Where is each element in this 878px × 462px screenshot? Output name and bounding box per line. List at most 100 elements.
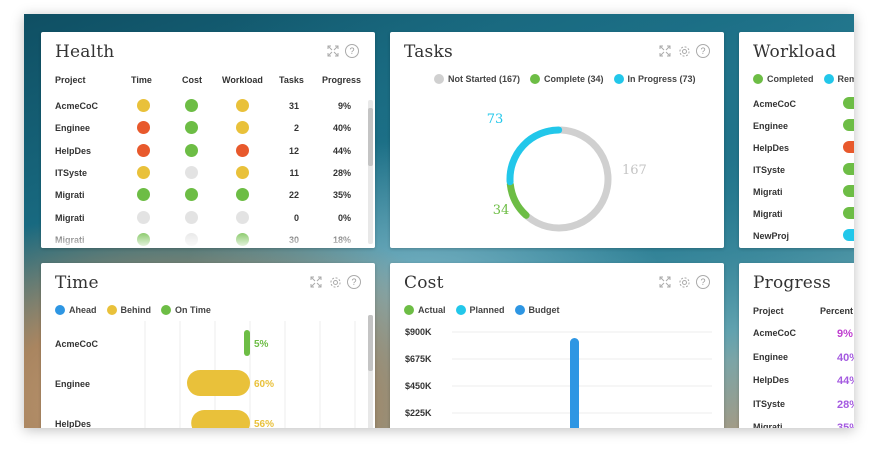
legend-label: Completed (767, 74, 814, 84)
cost-status-dot (185, 143, 198, 157)
project-name: Enginee (753, 351, 789, 362)
y-tick-label: $675K (405, 354, 432, 364)
workload-bar (843, 119, 854, 131)
progress-percent: 0% (337, 212, 351, 223)
cost-status-dot (185, 99, 198, 112)
project-name: Migrati (55, 190, 85, 201)
workload-status-dot (236, 143, 249, 157)
project-name: AcmeCoC (55, 101, 99, 111)
progress-percent: 40% (837, 351, 854, 364)
time-bar[interactable] (191, 410, 250, 428)
cost-status-dot (185, 188, 198, 202)
donut-label-not-started: 167 (622, 163, 647, 178)
cost-status-dot (185, 121, 198, 135)
health-tools: ? (326, 44, 359, 58)
time-status-dot (137, 121, 150, 135)
project-name: Enginee (55, 123, 91, 134)
time-status-dot (137, 99, 150, 112)
project-name: ITSyste (753, 165, 786, 175)
project-name: ITSyste (753, 398, 786, 409)
legend-dot (823, 74, 834, 84)
budget-bar[interactable] (570, 338, 579, 428)
workload-status-dot (236, 210, 249, 224)
health-header-time: Time (131, 75, 152, 85)
project-name: NewProj (753, 231, 790, 241)
project-name: HelpDes (753, 375, 790, 385)
project-name: Migrati (753, 209, 783, 219)
health-scrollbar-thumb[interactable] (368, 108, 373, 166)
bar-value-label: 5% (254, 339, 269, 350)
y-tick-label: $450K (405, 381, 432, 391)
workload-card: Workload Completed Rema AcmeCoC Enginee He… (739, 32, 854, 248)
help-icon[interactable]: ? (345, 44, 359, 58)
project-name: HelpDes (55, 145, 92, 156)
progress-header-percent: Percent (820, 306, 854, 316)
health-card: Health ? Project Time Cost Workload Task… (41, 32, 375, 248)
workload-bar (843, 141, 854, 153)
task-count: 22 (288, 190, 299, 201)
tasks-card: Tasks ? Not Started (167) Complete (34) … (390, 32, 724, 248)
bar-value-label: 56% (254, 419, 274, 428)
project-name: ITSyste (55, 167, 88, 178)
progress-percent: 28% (837, 398, 854, 411)
health-header-tasks: Tasks (279, 75, 304, 85)
y-tick-label: $900K (405, 327, 432, 337)
health-header-cost: Cost (182, 75, 202, 85)
task-count: 11 (289, 167, 299, 178)
time-card: Time ? Ahead Behind On Time AcmeCoC 5% Eng… (41, 263, 375, 428)
workload-bar (843, 163, 854, 175)
project-name: HelpDes (753, 143, 790, 153)
workload-bar (843, 207, 854, 219)
time-status-dot (137, 188, 150, 202)
legend-item-remaining[interactable]: Rema (823, 74, 854, 84)
task-count: 2 (293, 123, 299, 134)
progress-percent: 40% (332, 123, 351, 134)
legend-label: Rema (837, 74, 854, 84)
bar-value-label: 60% (254, 379, 274, 390)
workload-bar (843, 185, 854, 197)
tasks-donut-chart: 167 34 73 (487, 112, 647, 232)
category-label: Enginee (55, 379, 90, 389)
time-status-dot (137, 210, 150, 224)
y-tick-label: $225K (405, 408, 432, 418)
progress-header-project: Project (753, 306, 784, 316)
dashboard-background: Health ? Project Time Cost Workload Task… (24, 14, 854, 428)
workload-status-dot (236, 121, 249, 135)
time-bar[interactable] (187, 370, 250, 396)
progress-percent: 9% (837, 328, 853, 340)
time-bar[interactable] (244, 330, 250, 356)
progress-percent: 44% (332, 145, 351, 156)
time-scrollbar[interactable] (368, 315, 373, 428)
workload-bar (843, 97, 854, 109)
cost-status-dot (185, 165, 198, 179)
category-label: AcmeCoC (55, 339, 99, 349)
project-name: AcmeCoC (753, 328, 797, 338)
task-count: 12 (288, 145, 299, 156)
progress-percent: 35% (332, 190, 351, 201)
donut-slice-not-started[interactable] (524, 126, 612, 232)
workload-title: Workload (753, 42, 837, 62)
project-name: AcmeCoC (753, 99, 797, 109)
donut-slice-complete[interactable] (506, 180, 530, 219)
time-bar-chart: AcmeCoC 5% Enginee 60% HelpDes 56% (55, 321, 356, 428)
health-title: Health (55, 42, 115, 62)
health-header-workload: Workload (222, 75, 263, 85)
project-name: Migrati (753, 422, 783, 428)
workload-status-dot (236, 99, 249, 112)
health-scrollbar[interactable] (368, 100, 373, 244)
legend-dot (753, 74, 763, 84)
progress-title: Progress (753, 273, 831, 293)
progress-percent: 28% (332, 167, 351, 178)
workload-bar (843, 229, 854, 241)
task-count: 0 (293, 212, 299, 223)
donut-label-complete: 34 (493, 203, 510, 218)
project-name: Enginee (753, 121, 789, 131)
expand-icon[interactable] (326, 44, 340, 58)
progress-card: Progress Project Percent AcmeCoC 9% Engine… (739, 263, 854, 428)
donut-slice-in-progress[interactable] (506, 126, 563, 186)
task-count: 31 (288, 101, 299, 111)
time-status-dot (137, 165, 150, 179)
time-scrollbar-thumb[interactable] (368, 315, 373, 371)
workload-status-dot (236, 165, 249, 179)
legend-item-completed[interactable]: Completed (753, 74, 814, 84)
